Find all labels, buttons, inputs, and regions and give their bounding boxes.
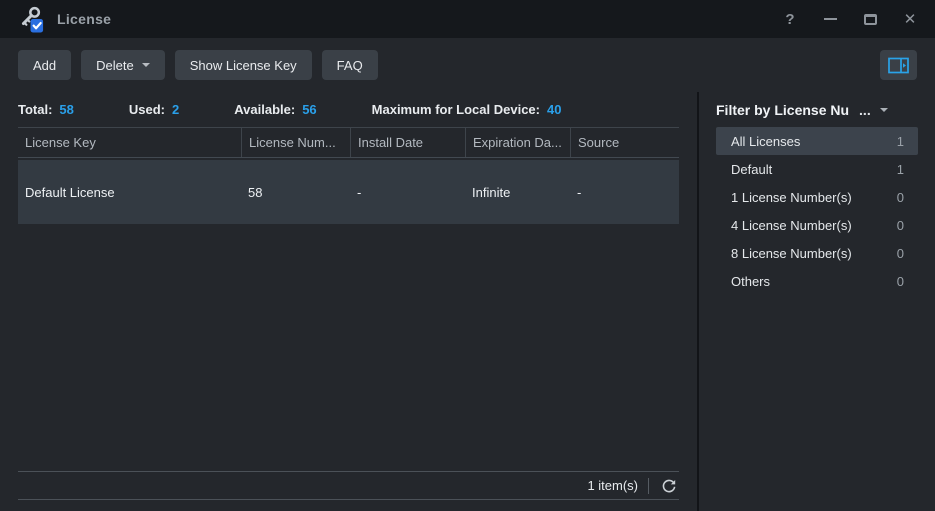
filter-item-count: 0 [897, 246, 904, 261]
titlebar: License ? ✕ [0, 0, 935, 38]
filter-item-count: 1 [897, 162, 904, 177]
license-list-pane: Total: 58 Used: 2 Available: 56 Maximum … [0, 92, 699, 511]
maximize-button[interactable] [861, 10, 879, 28]
filter-item-8-license-numbers[interactable]: 8 License Number(s) 0 [716, 239, 918, 267]
filter-item-label: All Licenses [731, 134, 800, 149]
list-footer: 1 item(s) [18, 471, 679, 500]
stat-available-value: 56 [302, 102, 316, 117]
column-header-license-number[interactable]: License Num... [241, 128, 350, 157]
item-count-text: 1 item(s) [587, 478, 638, 493]
show-license-key-button[interactable]: Show License Key [175, 50, 312, 80]
chevron-down-icon [880, 108, 888, 112]
filter-dropdown[interactable]: Filter by License Nu ... [716, 92, 918, 127]
window-title: License [57, 11, 111, 27]
show-license-key-label: Show License Key [190, 58, 297, 73]
license-stats-bar: Total: 58 Used: 2 Available: 56 Maximum … [0, 92, 697, 127]
table-row[interactable]: Default License 58 - Infinite - [18, 160, 679, 224]
stat-total: Total: 58 [18, 102, 74, 117]
filter-item-1-license-numbers[interactable]: 1 License Number(s) 0 [716, 183, 918, 211]
filter-item-label: Others [731, 274, 770, 289]
column-header-license-key[interactable]: License Key [18, 128, 241, 157]
filter-item-label: 1 License Number(s) [731, 190, 852, 205]
filter-item-count: 1 [897, 134, 904, 149]
close-button[interactable]: ✕ [901, 10, 919, 28]
split-panel-icon [888, 57, 909, 74]
filter-item-label: 8 License Number(s) [731, 246, 852, 261]
minimize-icon [824, 18, 837, 20]
chevron-down-icon [142, 63, 150, 67]
refresh-icon [661, 478, 677, 494]
cell-install-date: - [350, 185, 465, 200]
toolbar: Add Delete Show License Key FAQ [0, 38, 935, 92]
table-header-row: License Key License Num... Install Date … [18, 127, 679, 158]
window-controls: ? ✕ [781, 10, 919, 28]
cell-source: - [570, 185, 679, 200]
license-key-app-icon [18, 5, 45, 34]
add-button[interactable]: Add [18, 50, 71, 80]
license-window: License ? ✕ Add Delete Show License Key … [0, 0, 935, 511]
faq-button-label: FAQ [337, 58, 363, 73]
stat-used: Used: 2 [129, 102, 179, 117]
content-area: Total: 58 Used: 2 Available: 56 Maximum … [0, 92, 935, 511]
cell-license-number: 58 [241, 185, 350, 200]
filter-title-truncation: ... [859, 102, 871, 118]
filter-item-4-license-numbers[interactable]: 4 License Number(s) 0 [716, 211, 918, 239]
filter-sidebar: Filter by License Nu ... All Licenses 1 … [699, 92, 935, 511]
add-button-label: Add [33, 58, 56, 73]
filter-title: Filter by License Nu [716, 102, 849, 118]
column-header-expiration-date[interactable]: Expiration Da... [465, 128, 570, 157]
filter-item-others[interactable]: Others 0 [716, 267, 918, 295]
filter-item-count: 0 [897, 218, 904, 233]
help-button[interactable]: ? [781, 10, 799, 28]
cell-expiration-date: Infinite [465, 185, 570, 200]
filter-item-label: 4 License Number(s) [731, 218, 852, 233]
filter-item-all-licenses[interactable]: All Licenses 1 [716, 127, 918, 155]
stat-total-label: Total: [18, 102, 52, 117]
filter-item-label: Default [731, 162, 772, 177]
stat-total-value: 58 [59, 102, 73, 117]
cell-license-key: Default License [18, 185, 241, 200]
toggle-filter-panel-button[interactable] [880, 50, 917, 80]
stat-available-label: Available: [234, 102, 295, 117]
footer-divider [648, 478, 649, 494]
filter-item-count: 0 [897, 190, 904, 205]
faq-button[interactable]: FAQ [322, 50, 378, 80]
column-header-source[interactable]: Source [570, 128, 679, 157]
filter-item-default[interactable]: Default 1 [716, 155, 918, 183]
delete-button-label: Delete [96, 58, 134, 73]
stat-max-value: 40 [547, 102, 561, 117]
delete-button[interactable]: Delete [81, 50, 165, 80]
column-header-install-date[interactable]: Install Date [350, 128, 465, 157]
stat-used-value: 2 [172, 102, 179, 117]
filter-item-count: 0 [897, 274, 904, 289]
stat-used-label: Used: [129, 102, 165, 117]
stat-available: Available: 56 [234, 102, 316, 117]
minimize-button[interactable] [821, 10, 839, 28]
stat-max-label: Maximum for Local Device: [372, 102, 540, 117]
stat-max-local-device: Maximum for Local Device: 40 [372, 102, 562, 117]
maximize-icon [864, 14, 877, 25]
refresh-button[interactable] [659, 476, 679, 496]
